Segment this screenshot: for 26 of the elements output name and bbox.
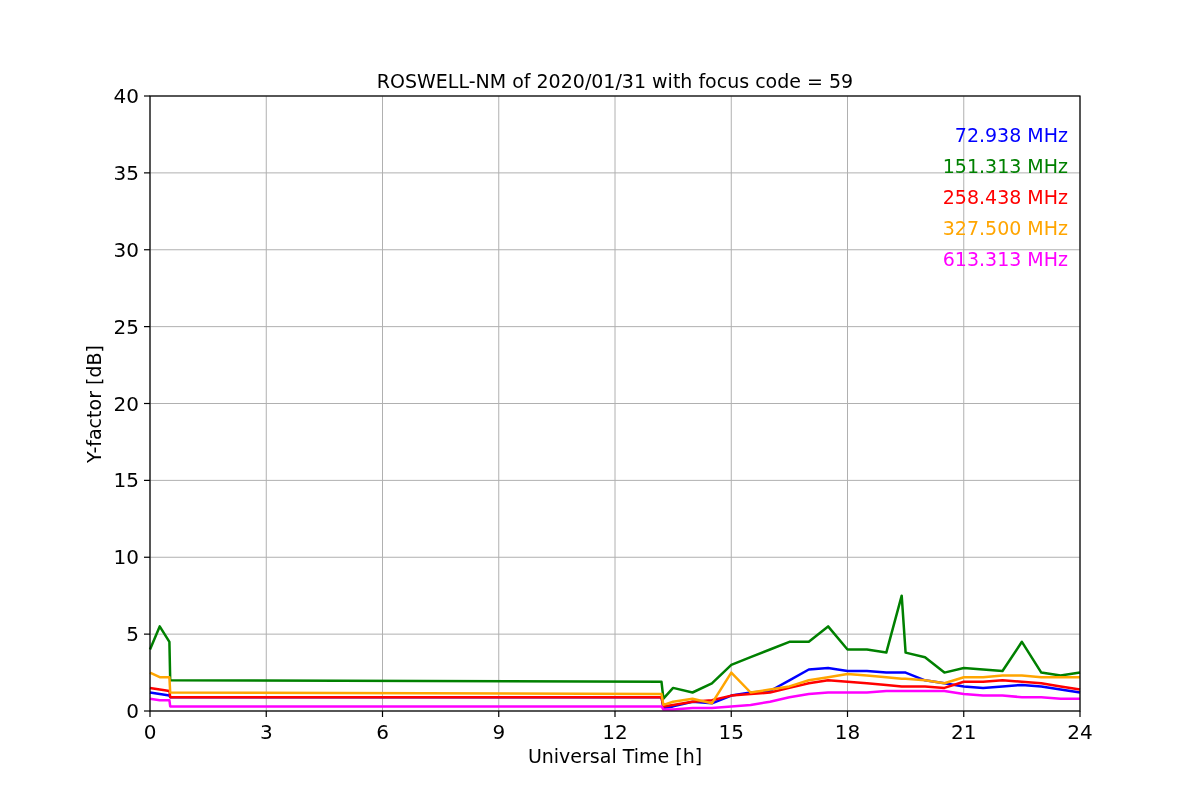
tick-label: 9 — [492, 720, 506, 744]
legend-label: 72.938 MHz — [954, 124, 1068, 146]
x-axis-label: Universal Time [h] — [527, 745, 703, 767]
tick-label: 20 — [113, 391, 139, 416]
chart-title: ROSWELL-NM of 2020/01/31 with focus code = 59 — [376, 70, 854, 92]
tick-label: 35 — [113, 160, 139, 185]
legend-label: 327.500 MHz — [942, 217, 1068, 239]
legend-label: 258.438 MHz — [942, 186, 1068, 208]
tick-label: 15 — [718, 720, 744, 744]
tick-label: 15 — [113, 468, 139, 493]
tick-label: 6 — [376, 720, 389, 744]
tick-label: 0 — [143, 720, 157, 744]
y-axis-label: Y-factor [dB] — [83, 345, 105, 463]
legend-label: 613.313 MHz — [942, 248, 1068, 270]
tick-label: 40 — [113, 84, 139, 108]
tick-label: 5 — [126, 622, 139, 647]
tick-label: 12 — [602, 720, 628, 744]
legend-label: 151.313 MHz — [942, 155, 1068, 177]
tick-label: 0 — [126, 699, 139, 723]
tick-label: 24 — [1067, 720, 1093, 744]
tick-label: 21 — [951, 720, 977, 744]
tick-label: 3 — [259, 720, 273, 744]
tick-label: 30 — [113, 237, 139, 262]
tick-label: 10 — [113, 545, 139, 570]
tick-label: 25 — [113, 314, 139, 339]
tick-label: 18 — [834, 720, 861, 744]
